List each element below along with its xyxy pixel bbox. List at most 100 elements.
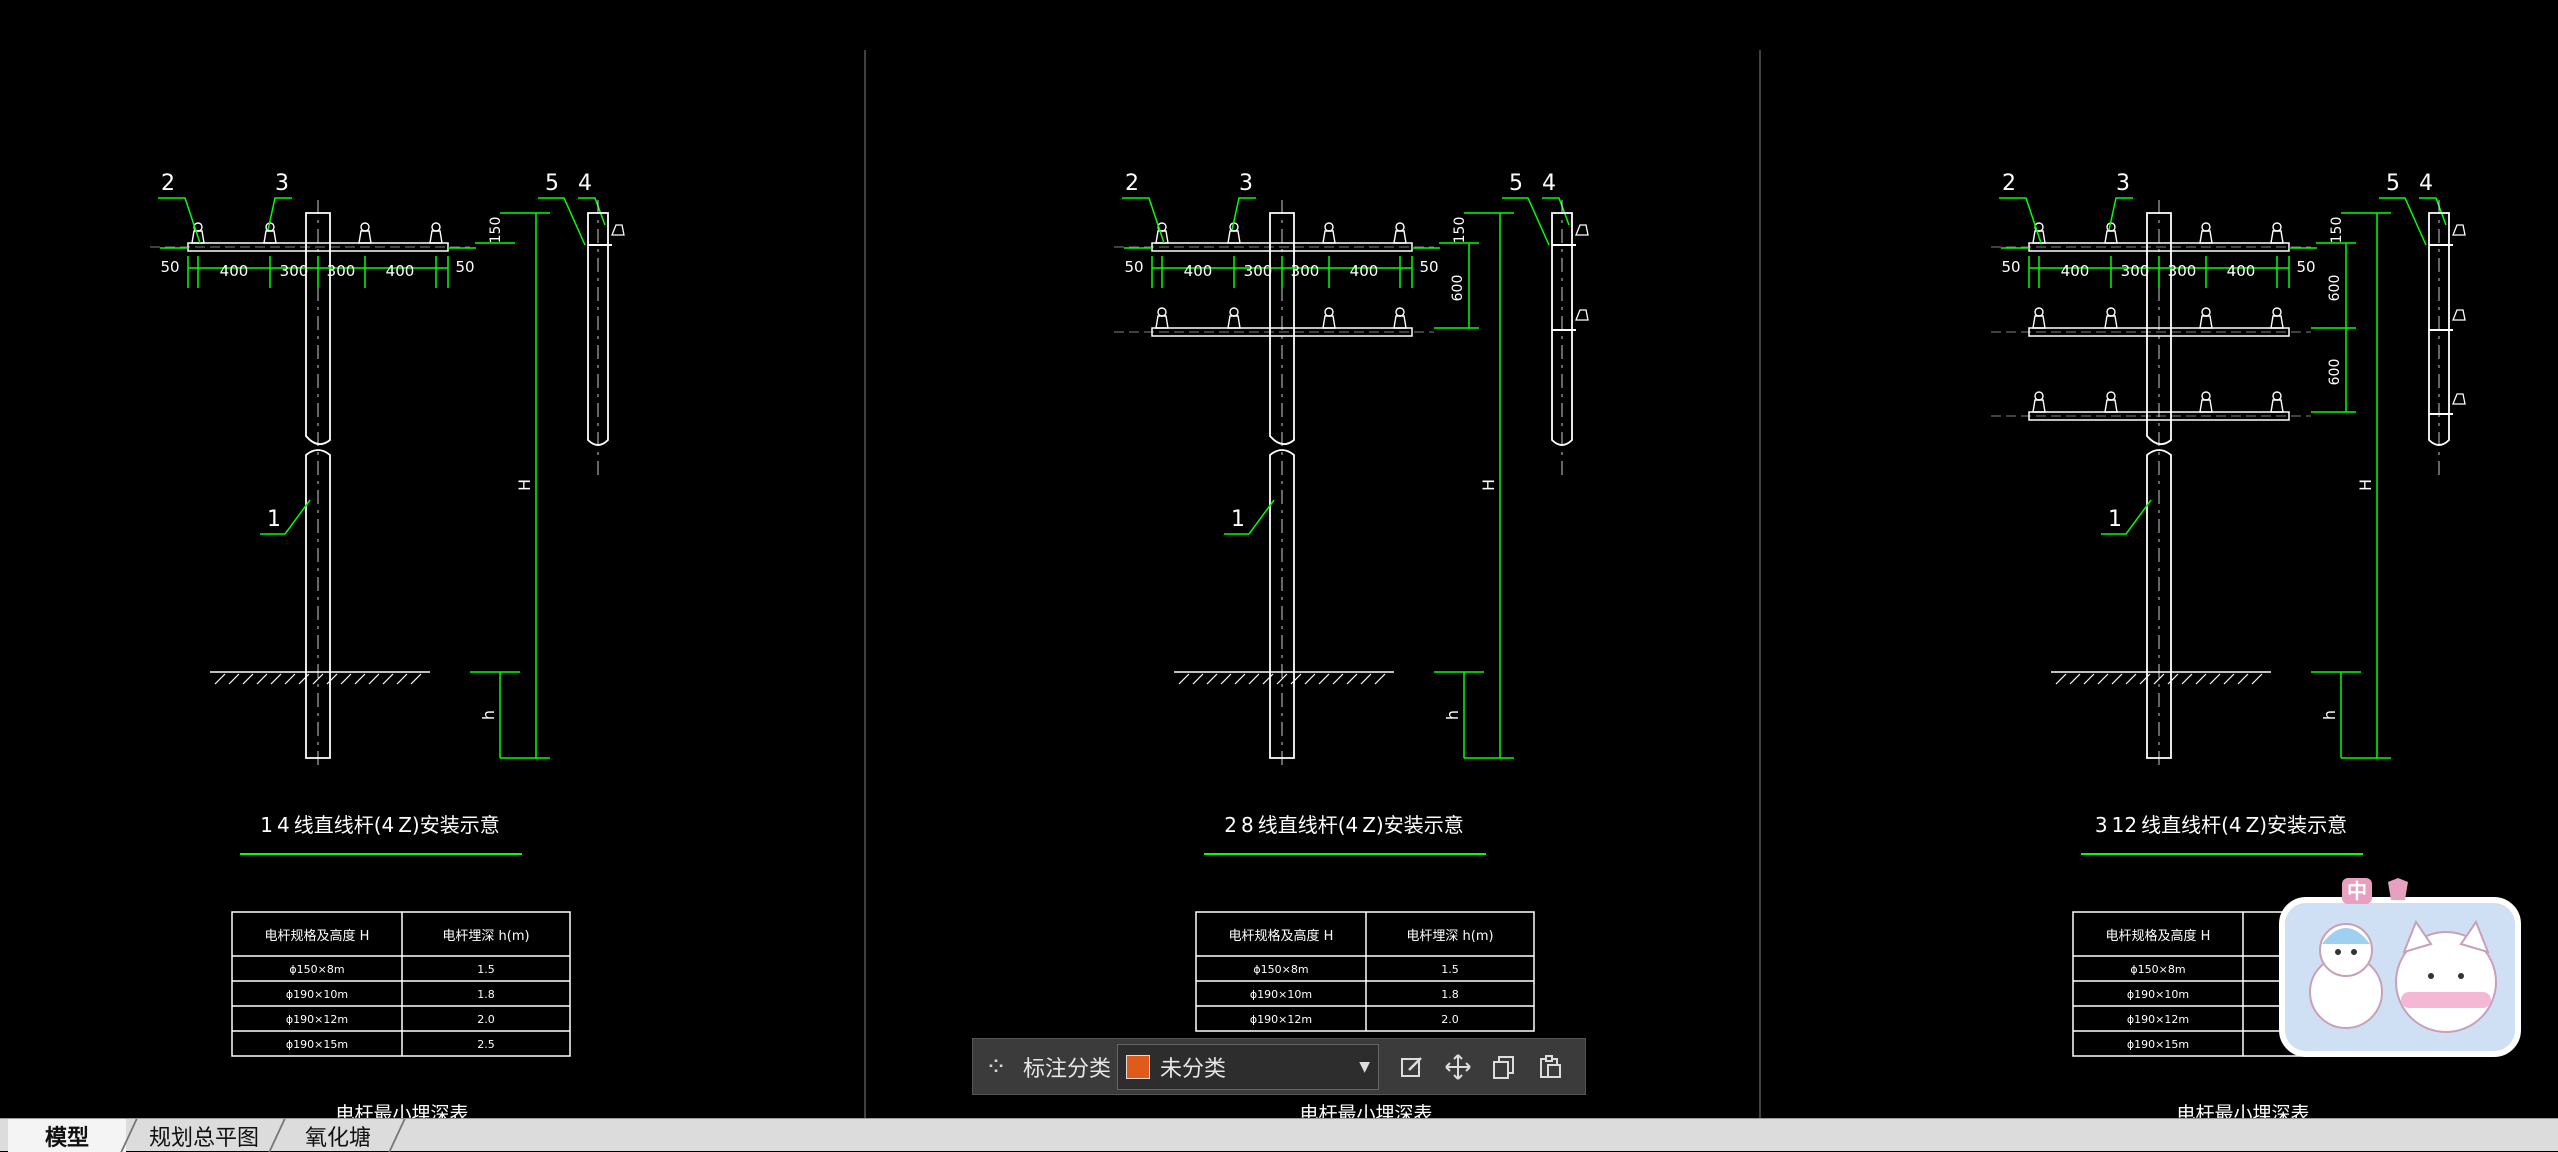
- dim-text-s4: 400: [2227, 262, 2256, 280]
- leader-line: [1542, 197, 1570, 226]
- table-cell-spec: ϕ190×12m: [1250, 1013, 1312, 1026]
- layout-tab-bar: 模型 规划总平图 氧化塘: [0, 1118, 2558, 1152]
- dim-text-top: 150: [2329, 217, 2345, 244]
- move-icon[interactable]: [1435, 1044, 1481, 1090]
- insulator: [2199, 230, 2213, 244]
- insulator-cap: [2272, 391, 2282, 401]
- table-cell-depth: 1.8: [477, 988, 495, 1001]
- insulator: [1322, 315, 1336, 329]
- ground-hatch: [2237, 673, 2249, 685]
- insulator-cap: [1395, 307, 1405, 317]
- insulator-cap: [431, 222, 441, 232]
- panel-2: 50 50 400 300 300 400 2 3 1 5 4 Hh 150 600 2 8 线直线杆(4 …: [1114, 171, 1589, 1118]
- table-header-2: 电杆埋深 h(m): [442, 929, 529, 944]
- tab-model[interactable]: 模型: [8, 1119, 126, 1152]
- dim-text-right: 50: [455, 258, 474, 276]
- dim-text-h: h: [1443, 710, 1462, 720]
- category-select-value: 未分类: [1160, 1056, 1227, 1082]
- callout-3: 3: [2116, 171, 2130, 196]
- table-caption: 电杆最小埋深表: [1299, 1103, 1432, 1118]
- dim-text-top: 150: [488, 217, 504, 244]
- ground-hatch: [1178, 673, 1190, 685]
- ground-hatch: [298, 673, 310, 685]
- insulator: [2270, 315, 2284, 329]
- ground-hatch: [1374, 673, 1386, 685]
- tab-site-plan[interactable]: 规划总平图: [134, 1119, 274, 1152]
- paste-icon[interactable]: [1527, 1044, 1573, 1090]
- panel-title: 3 12 线直线杆(4 Z)安装示意: [2095, 813, 2347, 837]
- table-caption: 电杆最小埋深表: [335, 1103, 468, 1118]
- insulator: [2104, 315, 2118, 329]
- ground-hatch: [242, 673, 254, 685]
- insulator: [2032, 315, 2046, 329]
- ground-hatch: [2223, 673, 2235, 685]
- side-insulator: [611, 224, 625, 236]
- ground-hatch: [2111, 673, 2123, 685]
- dim-text-s2: 300: [280, 262, 309, 280]
- ground-hatch: [1346, 673, 1358, 685]
- table-cell-spec: ϕ190×10m: [1250, 988, 1312, 1001]
- table-cell-spec: ϕ190×12m: [2127, 1013, 2189, 1026]
- insulator-cap: [1229, 307, 1239, 317]
- ground-hatch: [368, 673, 380, 685]
- tab-oxidation-pond[interactable]: 氧化塘: [282, 1119, 394, 1152]
- dim-text-gap1: 600: [2327, 275, 2343, 302]
- leader-line: [2419, 197, 2447, 226]
- dim-text-h: h: [2320, 710, 2339, 720]
- ground-hatch: [1220, 673, 1232, 685]
- chevron-down-icon: ▼: [1359, 1058, 1371, 1075]
- dim-text-s4: 400: [1350, 262, 1379, 280]
- ground-hatch: [1234, 673, 1246, 685]
- callout-1: 1: [267, 507, 281, 532]
- ground-hatch: [410, 673, 422, 685]
- ground-hatch: [2139, 673, 2151, 685]
- callout-5: 5: [2386, 171, 2400, 196]
- table-cell-spec: ϕ150×8m: [2130, 963, 2185, 976]
- ground-hatch: [2251, 673, 2263, 685]
- callout-3: 3: [1239, 171, 1253, 196]
- annotation-toolbar: ⁘ 标注分类 未分类 ▼: [972, 1038, 1586, 1095]
- insulator: [2199, 399, 2213, 413]
- table-header-2: 电杆埋深 h(m): [1406, 929, 1493, 944]
- leader-line: [267, 197, 292, 231]
- insulator: [263, 230, 277, 244]
- insulator-cap: [1395, 222, 1405, 232]
- leader-line: [1231, 197, 1256, 231]
- ground-hatch: [2209, 673, 2221, 685]
- ground-hatch: [1318, 673, 1330, 685]
- ground-hatch: [2097, 673, 2109, 685]
- ground-hatch: [340, 673, 352, 685]
- side-insulator: [2452, 309, 2466, 321]
- side-insulator: [2452, 393, 2466, 405]
- leader-line: [2379, 197, 2427, 246]
- insulator: [1227, 230, 1241, 244]
- insulator-cap: [2272, 222, 2282, 232]
- table-cell-depth: 2.5: [477, 1038, 495, 1051]
- insulator-cap: [2106, 307, 2116, 317]
- ground-hatch: [256, 673, 268, 685]
- dim-text-s2: 300: [2121, 262, 2150, 280]
- category-select[interactable]: 未分类 ▼: [1117, 1043, 1380, 1090]
- callout-3: 3: [275, 171, 289, 196]
- four-circles-icon[interactable]: ⁘: [973, 1044, 1019, 1090]
- dim-text-H: H: [1479, 479, 1498, 491]
- leader-line: [1502, 197, 1550, 246]
- insulator: [358, 230, 372, 244]
- table-caption: 电杆最小埋深表: [2176, 1103, 2309, 1118]
- side-insulator: [2452, 224, 2466, 236]
- callout-1: 1: [1231, 507, 1245, 532]
- dim-text-s3: 300: [2168, 262, 2197, 280]
- table-cell-spec: ϕ190×10m: [286, 988, 348, 1001]
- copy-icon[interactable]: [1481, 1044, 1527, 1090]
- annotation-category-label: 标注分类: [1023, 1056, 1112, 1082]
- leader-line: [578, 197, 606, 226]
- cad-drawing-canvas[interactable]: 50 50400 300 300 4002 315 4Hh1501 4 线直线杆(4 Z)安…: [0, 0, 2558, 1118]
- ground-hatch: [354, 673, 366, 685]
- table-cell-spec: ϕ190×15m: [2127, 1038, 2189, 1051]
- ground-hatch: [1304, 673, 1316, 685]
- insulator: [1322, 230, 1336, 244]
- edit-icon[interactable]: [1389, 1044, 1435, 1090]
- dim-text-right: 50: [1419, 258, 1438, 276]
- table-cell-spec: ϕ150×8m: [289, 963, 344, 976]
- ground-hatch: [1290, 673, 1302, 685]
